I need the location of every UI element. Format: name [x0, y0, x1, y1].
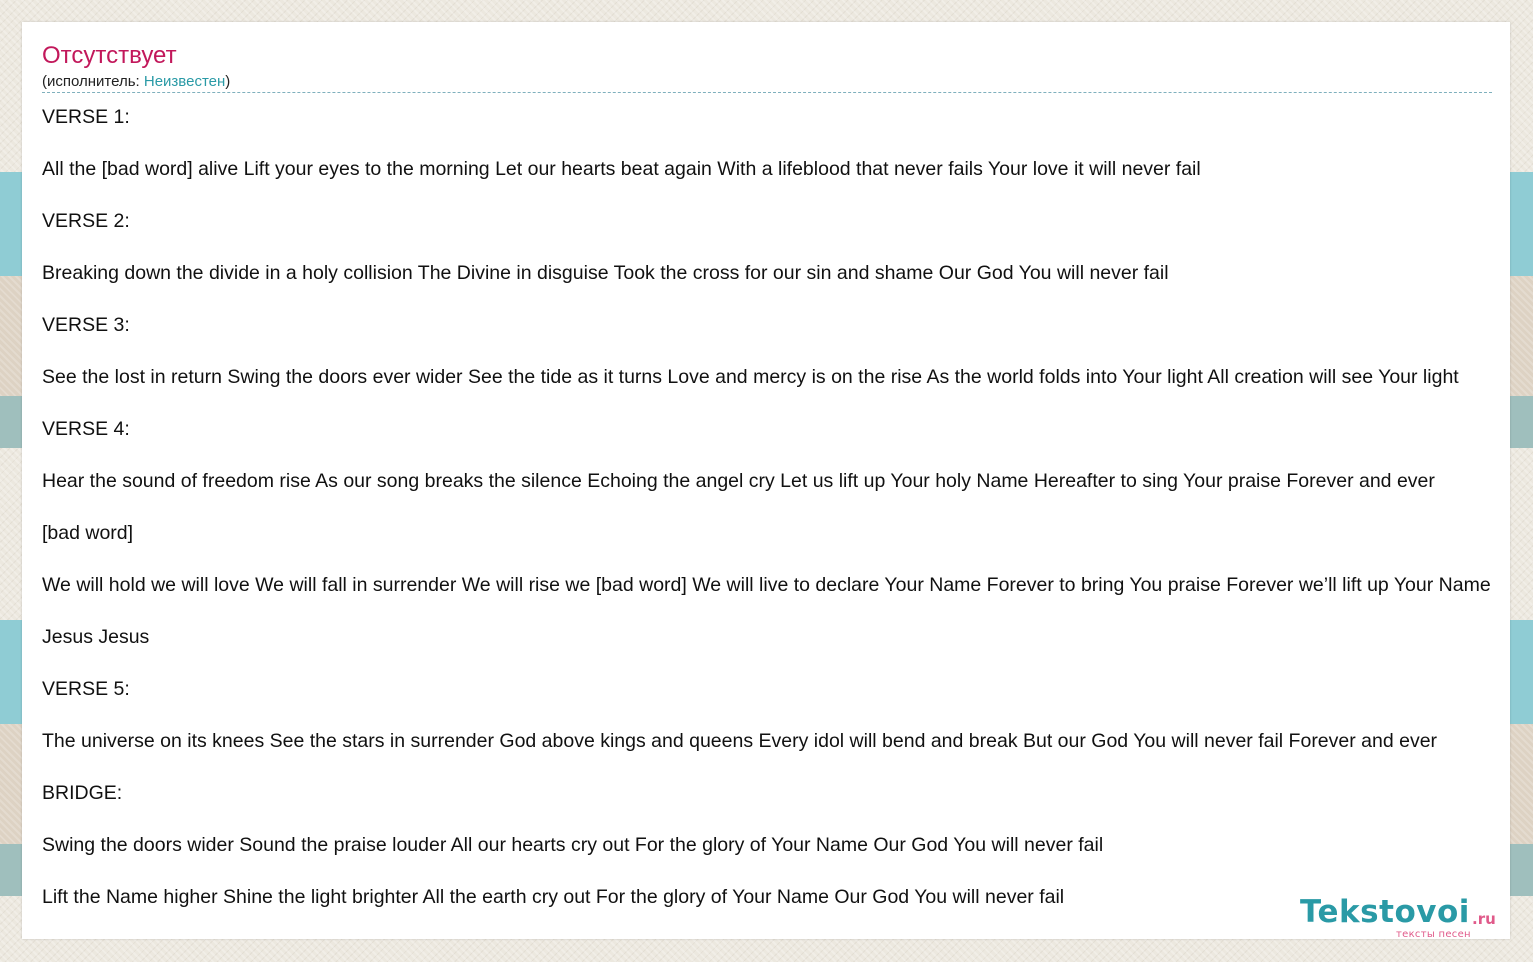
performer-prefix: (исполнитель: [42, 73, 144, 90]
lyric-line: Breaking down the divide in a holy colli… [42, 262, 1169, 284]
lyric-line: VERSE 3: [42, 314, 130, 336]
lyric-line: The universe on its knees See the stars … [42, 730, 1438, 752]
lyric-line: See the lost in return Swing the doors e… [42, 366, 1459, 388]
lyric-line: [bad word] [42, 522, 134, 544]
lyric-line: VERSE 5: [42, 678, 130, 700]
lyrics-panel: Отсутствует (исполнитель: Неизвестен) VE… [22, 22, 1510, 939]
lyric-line: VERSE 1: [42, 106, 130, 128]
performer-line: (исполнитель: Неизвестен) [42, 73, 230, 91]
performer-suffix: ) [225, 73, 231, 90]
performer-link[interactable]: Неизвестен [144, 73, 225, 90]
lyric-line: We will hold we will love We will fall i… [42, 574, 1491, 596]
logo-domain: .ru [1472, 910, 1496, 928]
logo-wordmark: Tekstovoi [1300, 894, 1470, 930]
lyric-line: Lift the Name higher Shine the light bri… [42, 886, 1065, 908]
lyric-line: Jesus Jesus [42, 626, 150, 648]
lyric-line: VERSE 4: [42, 418, 130, 440]
logo-tagline: тексты песен [1396, 929, 1471, 940]
site-logo[interactable]: Tekstovoi .ru тексты песен [1300, 897, 1510, 943]
song-title: Отсутствует [42, 42, 177, 69]
lyrics-text: VERSE 1: All the [bad word] alive Lift y… [42, 106, 1510, 938]
title-divider [42, 92, 1492, 93]
lyric-line: All the [bad word] alive Lift your eyes … [42, 158, 1201, 180]
lyric-line: VERSE 2: [42, 210, 130, 232]
lyric-line: Hear the sound of freedom rise As our so… [42, 470, 1435, 492]
lyric-line: Swing the doors wider Sound the praise l… [42, 834, 1104, 856]
lyric-line: BRIDGE: [42, 782, 123, 804]
